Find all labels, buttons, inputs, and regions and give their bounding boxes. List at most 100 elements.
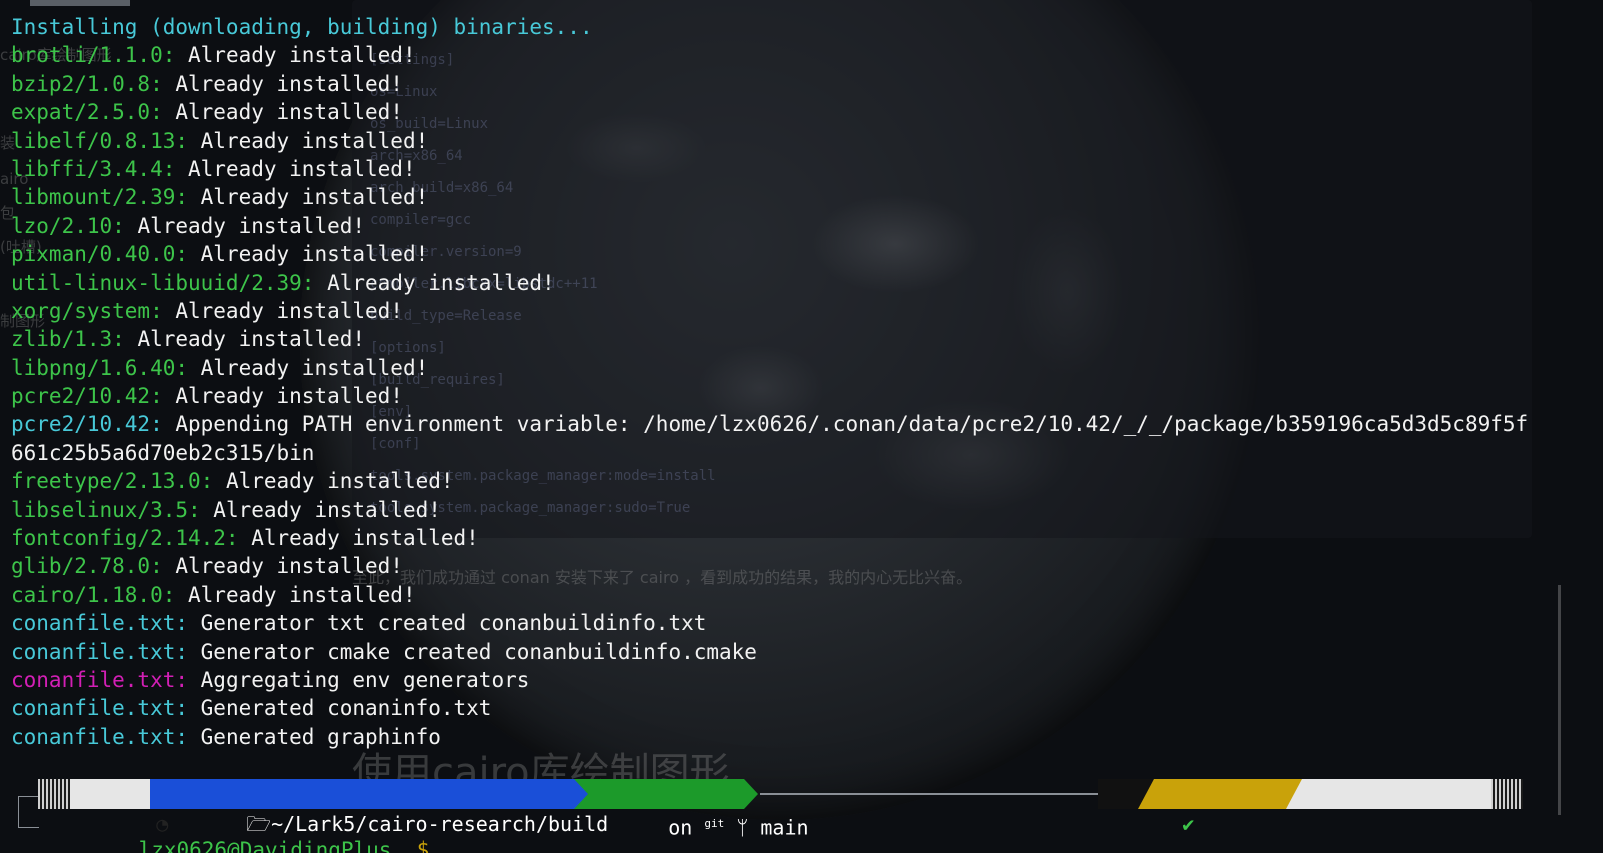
terminal-line: freetype/2.13.0: Already installed! — [11, 467, 1596, 495]
terminal-line-text: Generated conaninfo.txt — [188, 696, 492, 721]
prompt-symbol: $ — [416, 838, 430, 853]
terminal-line-prefix: Installing (downloading, building) binar… — [11, 15, 593, 39]
terminal-line-text: Already installed! — [162, 71, 403, 96]
terminal-line-text: Already installed! — [162, 384, 403, 409]
terminal-line: conanfile.txt: Generator cmake created c… — [11, 638, 1596, 666]
terminal-line-text: Already installed! — [314, 270, 555, 295]
terminal-line-text: Already installed! — [188, 185, 429, 210]
terminal-output[interactable]: Installing (downloading, building) binar… — [11, 13, 1596, 751]
desktop: [settings] os=Linux os_build=Linux arch=x86… — [0, 0, 1603, 853]
terminal-line: libelf/0.8.13: Already installed! — [11, 127, 1596, 155]
terminal-line: glib/2.78.0: Already installed! — [11, 552, 1596, 580]
terminal-line-text: Already installed! — [162, 554, 403, 579]
terminal-line-prefix: pixman/0.40.0: — [11, 242, 189, 267]
terminal-line-text: Already installed! — [175, 43, 416, 68]
terminal-line: cairo/1.18.0: Already installed! — [11, 581, 1596, 609]
branch-icon: ᛘ — [736, 815, 749, 840]
terminal-line-text: Already installed! — [200, 497, 441, 522]
terminal-line: conanfile.txt: Generator txt created con… — [11, 609, 1596, 637]
terminal-line-text: Aggregating env generators — [188, 667, 530, 692]
terminal-line-prefix: glib/2.78.0: — [11, 554, 163, 579]
git-segment: on git ᛘ main — [574, 779, 809, 840]
terminal-line-prefix: expat/2.5.0: — [11, 100, 163, 125]
terminal-line-prefix: zlib/1.3: — [11, 327, 125, 352]
terminal-line: conanfile.txt: Aggregating env generator… — [11, 666, 1596, 694]
terminal-line: libmount/2.39: Already installed! — [11, 183, 1596, 211]
terminal-line: pixman/0.40.0: Already installed! — [11, 240, 1596, 268]
terminal-line-prefix: util-linux-libuuid/2.39: — [11, 270, 315, 295]
terminal-line-prefix: pcre2/10.42: — [11, 412, 163, 437]
terminal-line: lzo/2.10: Already installed! — [11, 212, 1596, 240]
clock-icon: ◷ — [1526, 812, 1539, 836]
terminal-line-prefix: conanfile.txt: — [11, 639, 189, 664]
terminal-line-prefix: conanfile.txt: — [11, 724, 189, 749]
background-tab — [30, 0, 130, 6]
terminal-line-text: Already installed! — [175, 582, 416, 607]
terminal-line: libselinux/3.5: Already installed! — [11, 496, 1596, 524]
terminal-line-prefix: conanfile.txt: — [11, 667, 189, 692]
terminal-line-text: Already installed! — [188, 128, 429, 153]
terminal-line: 661c25b5a6d70eb2c315/bin — [11, 439, 1596, 467]
terminal-line: pcre2/10.42: Appending PATH environment … — [11, 410, 1596, 438]
time-segment: at 17:58:28 ◷ — [1286, 779, 1491, 809]
terminal-line-text: Already installed! — [175, 156, 416, 181]
terminal-line-text: Already installed! — [124, 327, 366, 352]
terminal-line: conanfile.txt: Generated graphinfo — [11, 723, 1596, 751]
terminal-line: conanfile.txt: Generated conaninfo.txt — [11, 694, 1596, 722]
terminal-line-text: Generator cmake created conanbuildinfo.c… — [188, 639, 757, 664]
terminal-line: util-linux-libuuid/2.39: Already install… — [11, 269, 1596, 297]
terminal-line: libffi/3.4.4: Already installed! — [11, 155, 1596, 183]
terminal-line-text: Already installed! — [213, 469, 454, 494]
terminal-line: Installing (downloading, building) binar… — [11, 13, 1596, 41]
terminal-line-text: 661c25b5a6d70eb2c315/bin — [11, 440, 315, 465]
branch-name: main — [760, 815, 809, 840]
terminal-line-prefix: conanfile.txt: — [11, 611, 189, 636]
path-separator — [574, 779, 588, 809]
prompt-decoration-right — [1491, 779, 1523, 809]
terminal-line: bzip2/1.0.8: Already installed! — [11, 70, 1596, 98]
path-segment: 🗁~/Lark5/cairo-research/build — [150, 779, 608, 836]
command-prompt[interactable]: lzx0626@DavidingPlus $ — [88, 808, 430, 853]
prompt-decoration-left — [38, 779, 70, 809]
hourglass-icon: ⌛ — [1322, 812, 1348, 836]
git-separator — [744, 779, 758, 809]
terminal-line-prefix: fontconfig/2.14.2: — [11, 526, 239, 551]
os-segment: ◔ — [70, 779, 168, 836]
check-icon: ✔ — [1182, 812, 1195, 836]
duration-text: took 5s — [1226, 812, 1311, 836]
terminal-line: xorg/system: Already installed! — [11, 297, 1596, 325]
terminal-line-text: Already installed! — [162, 100, 403, 125]
terminal-line-prefix: conanfile.txt: — [11, 696, 189, 721]
terminal-line-prefix: libpng/1.6.40: — [11, 355, 189, 380]
terminal-line: pcre2/10.42: Already installed! — [11, 382, 1596, 410]
terminal-line: brotli/1.1.0: Already installed! — [11, 41, 1596, 69]
terminal-line-text: Generated graphinfo — [188, 724, 441, 749]
terminal-line-prefix: brotli/1.1.0: — [11, 43, 176, 68]
terminal-line-text: Already installed! — [124, 213, 366, 238]
terminal-line-text: Already installed! — [238, 526, 479, 551]
terminal-line-prefix: pcre2/10.42: — [11, 384, 163, 409]
duration-segment: took 5s ⌛ — [1138, 779, 1308, 809]
git-icon: git — [704, 817, 725, 830]
background-frame — [18, 796, 39, 828]
terminal-line: zlib/1.3: Already installed! — [11, 325, 1596, 353]
prompt-filler-line — [760, 793, 1120, 795]
terminal-line-text: Generator txt created conanbuildinfo.txt — [188, 611, 707, 636]
terminal-line-prefix: libffi/3.4.4: — [11, 156, 176, 181]
terminal-line-prefix: cairo/1.18.0: — [11, 582, 176, 607]
terminal-line-prefix: libmount/2.39: — [11, 185, 189, 210]
terminal-line-text: Already installed! — [162, 298, 403, 323]
terminal-line-prefix: bzip2/1.0.8: — [11, 71, 163, 96]
time-text: at 17:58:28 — [1382, 812, 1515, 836]
prompt-user-host: lzx0626@DavidingPlus — [138, 838, 392, 853]
terminal-line-text: Appending PATH environment variable: /ho… — [162, 412, 1529, 437]
terminal-line-prefix: lzo/2.10: — [11, 213, 125, 238]
terminal-line-prefix: xorg/system: — [11, 298, 163, 323]
terminal-line-text: Already installed! — [188, 355, 429, 380]
terminal-line-prefix: libelf/0.8.13: — [11, 128, 189, 153]
terminal-line-prefix: libselinux/3.5: — [11, 497, 201, 522]
terminal-line: fontconfig/2.14.2: Already installed! — [11, 524, 1596, 552]
terminal-line-prefix: freetype/2.13.0: — [11, 469, 214, 494]
terminal-line: libpng/1.6.40: Already installed! — [11, 354, 1596, 382]
prompt-status-bar: ◔ 🗁~/Lark5/cairo-research/build on git ᛘ… — [38, 779, 1523, 840]
